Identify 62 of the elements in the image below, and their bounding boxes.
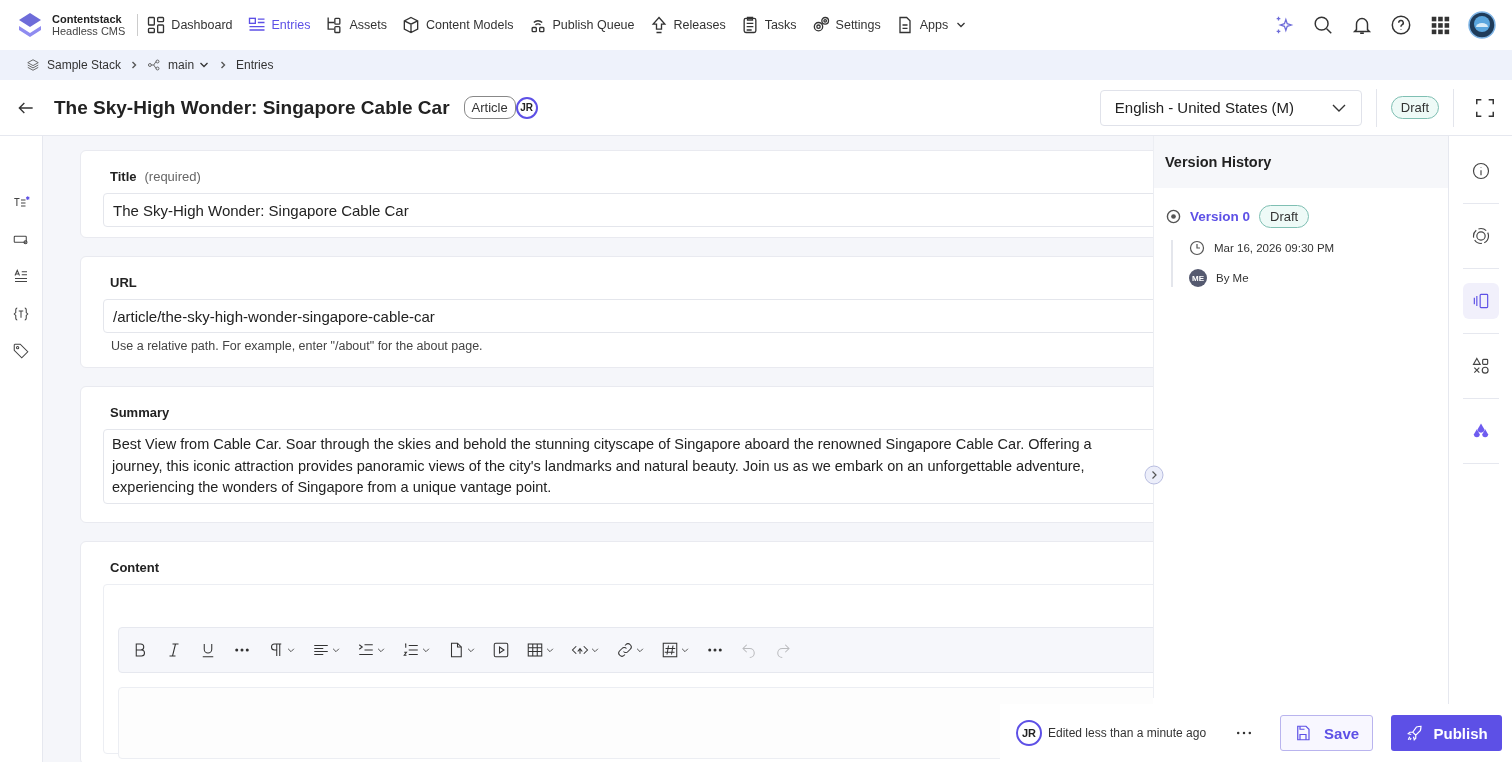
- brand-subtitle: Headless CMS: [52, 25, 126, 37]
- brand-name: Contentstack: [52, 13, 123, 25]
- version-author: By Me: [1216, 272, 1249, 284]
- rocket-icon: [1405, 724, 1424, 742]
- help-text: Use a relative path. For example, enter "/about" for the about page.: [110, 338, 484, 355]
- dashboard-icon: [146, 15, 167, 35]
- author-avatar: ME: [1189, 269, 1207, 287]
- status-badge: Draft: [1390, 96, 1439, 119]
- grid-icon[interactable]: [1429, 14, 1451, 36]
- content-type-tag: Article: [463, 96, 516, 119]
- branch-icon: [147, 58, 162, 72]
- nav-item[interactable]: Dashboard: [146, 15, 233, 35]
- nav-item[interactable]: Apps: [894, 15, 968, 35]
- text-line: journey, this iconic attraction provides panoramic views of the city's landmarks and natural beauty. Join us as we embark on an unforgettable adventure,: [112, 456, 1086, 476]
- breadcrumb-current: Entries: [236, 58, 274, 72]
- logo-icon: [16, 11, 44, 39]
- nav-item[interactable]: Assets: [324, 15, 387, 35]
- save-button[interactable]: Save: [1280, 715, 1374, 751]
- link-icon[interactable]: [616, 640, 634, 659]
- field-note: (required): [144, 169, 201, 184]
- version-date: Mar 16, 2026 09:30 PM: [1214, 242, 1335, 254]
- nav-item[interactable]: Releases: [648, 15, 726, 35]
- text-line: Best View from Cable Car. Soar through the skies and behold the stunning cityscape of Singapore aboard the renowned Singapore Cable Car. Offering a: [112, 435, 1093, 454]
- text-input[interactable]: The Sky-High Wonder: Singapore Cable Car: [103, 193, 1153, 227]
- radio-icon[interactable]: [1166, 209, 1181, 224]
- nav-item[interactable]: Settings: [810, 15, 881, 35]
- user-avatar: JR: [1016, 720, 1042, 746]
- text-line: experiencing the wonders of Singapore from a unique vantage point.: [112, 478, 553, 497]
- user-avatar: JR: [515, 96, 538, 119]
- entry-title: The Sky-High Wonder: Singapore Cable Car: [54, 96, 450, 119]
- hash-icon[interactable]: [661, 640, 679, 659]
- text-area[interactable]: [103, 429, 1153, 504]
- field-label: Summary: [110, 405, 170, 420]
- avatar[interactable]: [1468, 11, 1496, 39]
- nav-item[interactable]: Entries: [246, 15, 311, 35]
- field-label: URL: [110, 275, 137, 290]
- locale-dropdown[interactable]: English - United States (M): [1099, 89, 1362, 126]
- status-badge: Draft: [1259, 205, 1310, 228]
- version-link[interactable]: Version 0: [1190, 209, 1251, 224]
- edited-status: Edited less than a minute ago: [1048, 726, 1207, 740]
- field-label: Title: [110, 169, 137, 184]
- panel-title: Version History: [1154, 136, 1448, 188]
- breadcrumb-link[interactable]: Sample Stack: [47, 58, 122, 72]
- collapse-handle-icon[interactable]: [1144, 465, 1164, 485]
- braces-icon[interactable]: [12, 305, 30, 323]
- tag-icon[interactable]: [12, 342, 30, 360]
- numbered-list-icon[interactable]: [402, 640, 420, 659]
- text-input[interactable]: /article/the-sky-high-wonder-singapore-cable-car: [103, 299, 1153, 333]
- search-icon[interactable]: [1312, 14, 1334, 36]
- table-icon[interactable]: [526, 640, 544, 659]
- help-icon[interactable]: [1390, 14, 1412, 36]
- stack-icon: [26, 58, 40, 72]
- nav-item[interactable]: Publish Queue: [527, 15, 635, 35]
- branch-dropdown[interactable]: main: [168, 58, 211, 72]
- side-panel-icon[interactable]: [1462, 283, 1499, 319]
- nav-item[interactable]: Content Models: [400, 15, 514, 35]
- publish-button[interactable]: Publish: [1391, 715, 1503, 751]
- video-icon[interactable]: [492, 640, 510, 659]
- field-label: Content: [110, 559, 160, 575]
- nav-item[interactable]: Tasks: [739, 15, 797, 35]
- fullscreen-icon[interactable]: [1474, 96, 1496, 119]
- clock-icon: [1189, 240, 1205, 256]
